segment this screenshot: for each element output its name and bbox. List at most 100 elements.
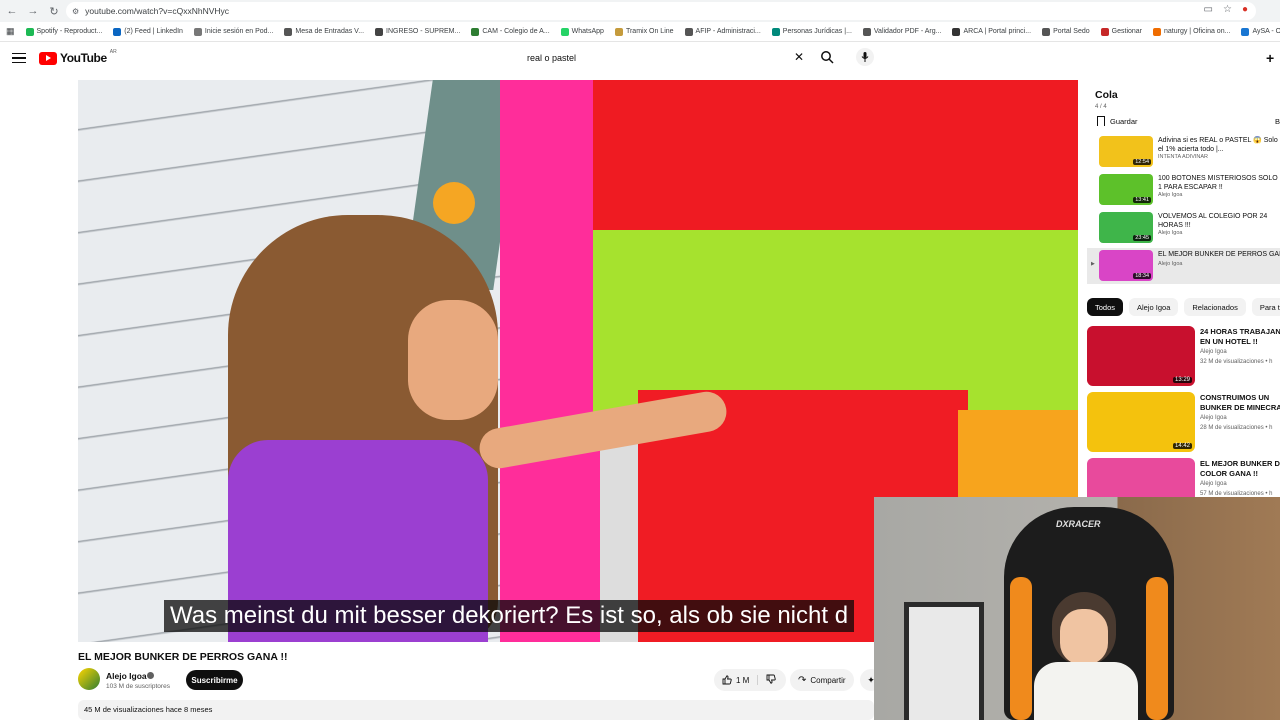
video-title: EL MEJOR BUNKER DE PERROS GANA !! xyxy=(78,651,288,663)
bookmark-favicon-icon xyxy=(471,27,480,36)
queue-extra-button[interactable]: B xyxy=(1275,117,1280,126)
bookmark-label: Tramix On Line xyxy=(625,28,674,35)
reload-icon[interactable]: ↻ xyxy=(45,2,63,20)
bookmark-favicon-icon xyxy=(862,27,871,36)
filter-chip[interactable]: Alejo Igoa xyxy=(1129,298,1179,316)
bookmark-item[interactable]: Tramix On Line xyxy=(614,27,674,36)
queue-item[interactable]: ▶ 18:34 EL MEJOR BUNKER DE PERROS GANA !! A… xyxy=(1087,248,1280,284)
save-queue-button[interactable]: Guardar xyxy=(1097,116,1138,126)
subscriber-count: 103 M de suscriptores xyxy=(106,683,170,690)
video-frame-pink-fur xyxy=(500,80,600,642)
bookmark-item[interactable]: AFIP - Administraci... xyxy=(684,27,761,36)
bookmark-favicon-icon xyxy=(684,27,693,36)
bookmark-favicon-icon xyxy=(25,27,34,36)
forward-icon[interactable]: → xyxy=(24,2,42,20)
bookmark-label: Portal Sedo xyxy=(1053,28,1090,35)
bookmark-item[interactable]: Mesa de Entradas V... xyxy=(284,27,364,36)
webcam-white-chair xyxy=(904,602,984,720)
recommendation-thumbnail: 14:42 xyxy=(1087,392,1195,452)
video-subtitle: Was meinst du mit besser dekoriert? Es i… xyxy=(164,600,855,632)
bookmark-label: Gestionar xyxy=(1111,28,1143,35)
bookmark-item[interactable]: Gestionar xyxy=(1100,27,1143,36)
create-icon[interactable]: + xyxy=(1266,50,1274,66)
description-box[interactable]: 45 M de visualizaciones hace 8 meses xyxy=(78,700,874,720)
video-frame-person-face xyxy=(408,300,498,420)
bookmark-label: ARCA | Portal princi... xyxy=(963,28,1032,35)
thumbs-down-icon xyxy=(766,674,776,684)
youtube-play-icon xyxy=(39,51,57,65)
recommendation-channel: Alejo Igoa xyxy=(1200,349,1227,355)
webcam-overlay: DXRACER xyxy=(874,497,1280,720)
bookmark-label: (2) Feed | LinkedIn xyxy=(124,28,183,35)
cast-icon[interactable]: ▭ xyxy=(1204,4,1213,15)
share-button[interactable]: ↷ Compartir xyxy=(790,669,854,691)
recommendation-item[interactable]: 14:42 CONSTRUIMOS UNBUNKER DE MINECRAFT Al… xyxy=(1087,392,1280,454)
search-icon[interactable] xyxy=(820,50,834,64)
queue-item-channel: Alejo Igoa xyxy=(1158,192,1183,198)
verified-icon xyxy=(147,672,154,679)
recommendation-title-line1: 24 HORAS TRABAJANDO xyxy=(1200,327,1280,336)
queue-thumbnail: 23:45 xyxy=(1099,212,1153,243)
bookmark-item[interactable]: CAM - Colegio de A... xyxy=(471,27,550,36)
bookmark-favicon-icon xyxy=(1153,27,1162,36)
dislike-button[interactable] xyxy=(758,674,776,686)
youtube-logo[interactable]: YouTube AR xyxy=(39,49,117,65)
bookmark-label: Inicie sesión en Pod... xyxy=(204,28,274,35)
site-info-icon[interactable]: ⚙ xyxy=(72,7,79,16)
bookmark-label: naturgy | Oficina on... xyxy=(1164,28,1231,35)
now-playing-icon: ▶ xyxy=(1091,261,1095,267)
recommendation-title-line1: EL MEJOR BUNKER DE xyxy=(1200,459,1280,468)
queue-item[interactable]: 13:41 100 BOTONES MISTERIOSOS SOLO 1 PARA… xyxy=(1087,172,1280,208)
thumbs-up-icon xyxy=(722,675,732,685)
bookmark-label: WhatsApp xyxy=(571,28,604,35)
queue-item-channel: Alejo Igoa xyxy=(1158,230,1183,236)
bookmark-favicon-icon xyxy=(284,27,293,36)
bookmark-star-icon[interactable]: ☆ xyxy=(1223,4,1232,15)
bookmark-item[interactable]: Validador PDF - Arg... xyxy=(862,27,941,36)
recommendation-title-line2: BUNKER DE MINECRAFT xyxy=(1200,403,1280,412)
queue-duration: 18:34 xyxy=(1133,273,1151,279)
browser-toolbar: ← → ↻ ⚙ youtube.com/watch?v=cQxxNhNVHyc … xyxy=(0,0,1280,22)
queue-item-channel: INTENTA ADIVINAR xyxy=(1158,154,1209,160)
search-input[interactable]: real o pastel xyxy=(519,47,817,69)
bookmark-item[interactable]: INGRESO - SUPREM... xyxy=(375,27,461,36)
recommendation-channel: Alejo Igoa xyxy=(1200,481,1227,487)
recommendation-views: 28 M de visualizaciones • h xyxy=(1200,425,1273,431)
bookmark-item[interactable]: (2) Feed | LinkedIn xyxy=(113,27,183,36)
bookmark-item[interactable]: ARCA | Portal princi... xyxy=(952,27,1032,36)
channel-name[interactable]: Alejo Igoa xyxy=(106,671,147,681)
apps-icon[interactable]: ▦ xyxy=(6,26,15,37)
address-bar[interactable]: ⚙ youtube.com/watch?v=cQxxNhNVHyc ▭ ☆ ● xyxy=(66,2,1256,20)
clear-search-icon[interactable]: ✕ xyxy=(794,51,804,63)
filter-chip[interactable]: Relacionados xyxy=(1184,298,1246,316)
queue-item[interactable]: 12:54 Adivina si es REAL o PASTEL 😱 Solo … xyxy=(1087,134,1280,170)
bookmark-item[interactable]: Portal Sedo xyxy=(1042,27,1090,36)
filter-chip[interactable]: Todos xyxy=(1087,298,1124,316)
bookmark-item[interactable]: Personas Jurídicas |... xyxy=(771,27,852,36)
recommendation-item[interactable]: 13:29 24 HORAS TRABAJANDOEN UN HOTEL !! Al… xyxy=(1087,326,1280,388)
menu-icon[interactable] xyxy=(12,51,26,65)
queue-panel: Cola 4 / 4 Guardar B 12:54 Adivina si es … xyxy=(1087,82,1280,284)
queue-thumbnail: 18:34 xyxy=(1099,250,1153,281)
channel-avatar[interactable] xyxy=(78,668,100,690)
bookmark-item[interactable]: naturgy | Oficina on... xyxy=(1153,27,1231,36)
queue-item[interactable]: 23:45 VOLVEMOS AL COLEGIO POR 24 HORAS !!… xyxy=(1087,210,1280,246)
filter-chip[interactable]: Para ti xyxy=(1251,298,1280,316)
bookmark-item[interactable]: Spotify - Reproduct... xyxy=(25,27,102,36)
like-count: 1 M xyxy=(736,675,750,685)
bookmark-label: INGRESO - SUPREM... xyxy=(386,28,461,35)
recommendation-title-line1: CONSTRUIMOS UN xyxy=(1200,393,1270,402)
webcam-chair-orange-left xyxy=(1010,577,1032,720)
back-icon[interactable]: ← xyxy=(3,2,21,20)
profile-icon[interactable]: ● xyxy=(1242,4,1248,15)
bookmark-item[interactable]: AySA - Oficina Virtual xyxy=(1241,27,1280,36)
recommendation-channel: Alejo Igoa xyxy=(1200,415,1227,421)
bookmark-item[interactable]: WhatsApp xyxy=(560,27,604,36)
queue-item-channel: Alejo Igoa xyxy=(1158,261,1183,267)
like-button[interactable]: 1 M xyxy=(714,675,758,685)
subscribe-button[interactable]: Suscribirme xyxy=(186,670,243,690)
bookmark-item[interactable]: Inicie sesión en Pod... xyxy=(193,27,274,36)
mic-icon[interactable] xyxy=(856,48,874,66)
url-text: youtube.com/watch?v=cQxxNhNVHyc xyxy=(85,6,230,16)
bookmark-favicon-icon xyxy=(771,27,780,36)
